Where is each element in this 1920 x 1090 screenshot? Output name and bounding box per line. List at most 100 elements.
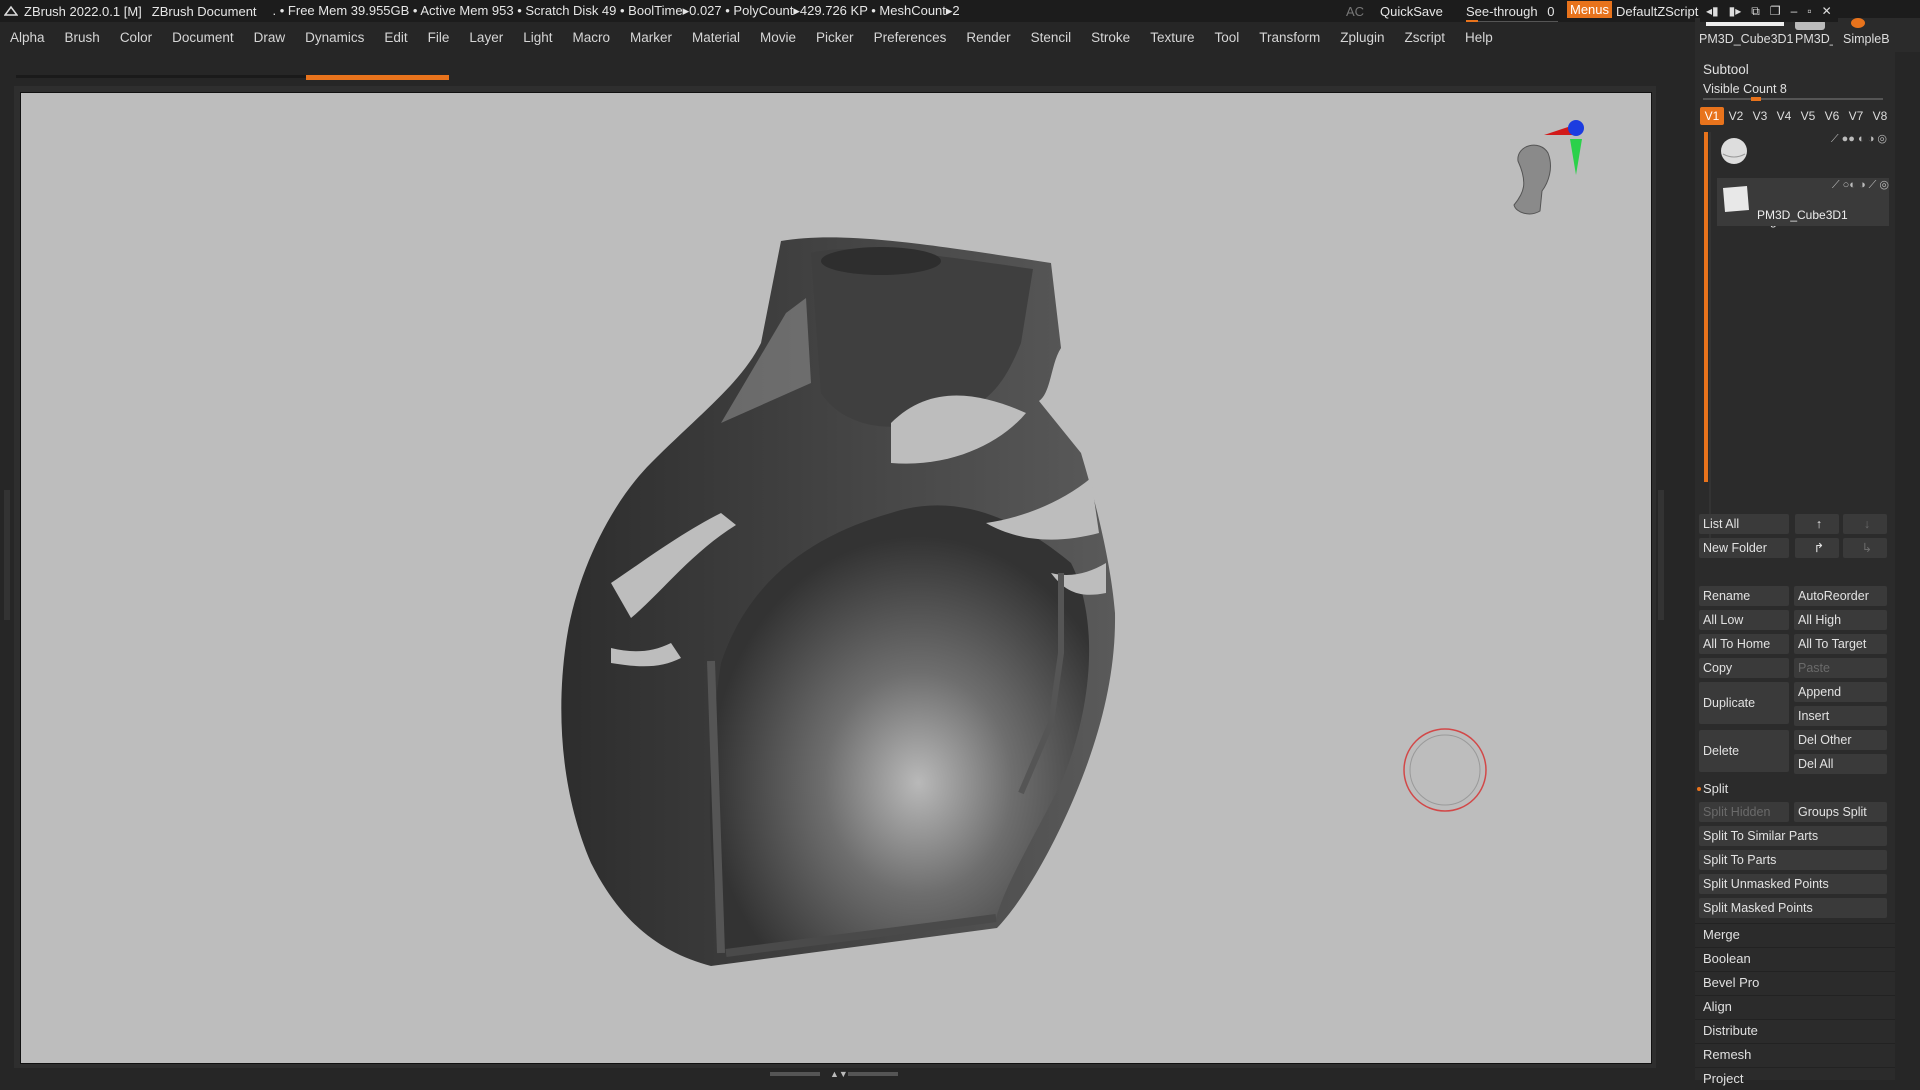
merge-section[interactable]: Merge — [1695, 923, 1895, 945]
orientation-gizmo-icon[interactable] — [1506, 113, 1586, 223]
all-to-target-button[interactable]: All To Target — [1794, 634, 1887, 654]
new-folder-button[interactable]: New Folder — [1699, 538, 1789, 558]
visible-count[interactable]: Visible Count 8 — [1703, 82, 1787, 96]
visibility-tab-v1[interactable]: V1 — [1700, 107, 1724, 125]
visible-count-slider[interactable] — [1703, 97, 1883, 101]
minimize-icon[interactable]: – — [1791, 4, 1798, 18]
window-controls: ◂▮ ▮▸ ⧉ ❐ – ▫ ✕ — [1700, 0, 1838, 22]
menu-stencil[interactable]: Stencil — [1021, 30, 1082, 45]
shelf-tab[interactable] — [16, 75, 306, 78]
distribute-section[interactable]: Distribute — [1695, 1019, 1895, 1041]
quicksave-button[interactable]: QuickSave — [1380, 4, 1443, 19]
del-all-button[interactable]: Del All — [1794, 754, 1887, 774]
visibility-tab-v5[interactable]: V5 — [1796, 107, 1820, 125]
list-all-button[interactable]: List All — [1699, 514, 1789, 534]
duplicate-button[interactable]: Duplicate — [1699, 682, 1789, 724]
menu-help[interactable]: Help — [1455, 30, 1503, 45]
subtool-item-pm3d[interactable]: ⟋ ○◐ ◑ ⟋ ◎ PM3D_Cube3D1 — [1717, 178, 1889, 226]
split-to-parts-button[interactable]: Split To Parts — [1699, 850, 1887, 870]
split-similar-parts-button[interactable]: Split To Similar Parts — [1699, 826, 1887, 846]
menu-zplugin[interactable]: Zplugin — [1330, 30, 1394, 45]
seethrough-value: 0 — [1547, 3, 1555, 19]
align-section[interactable]: Align — [1695, 995, 1895, 1017]
autoreorder-button[interactable]: AutoReorder — [1794, 586, 1887, 606]
all-low-button[interactable]: All Low — [1699, 610, 1789, 630]
tray-right-icon[interactable]: ▮▸ — [1729, 4, 1742, 18]
layout-icon[interactable]: ⧉ — [1751, 4, 1760, 19]
append-button[interactable]: Append — [1794, 682, 1887, 702]
boolean-section[interactable]: Boolean — [1695, 947, 1895, 969]
cube-thumb-icon — [1723, 186, 1749, 212]
menu-tool[interactable]: Tool — [1204, 30, 1249, 45]
maximize-icon[interactable]: ▫ — [1807, 4, 1811, 18]
menu-dynamics[interactable]: Dynamics — [295, 30, 374, 45]
insert-button[interactable]: Insert — [1794, 706, 1887, 726]
menus-button[interactable]: Menus — [1567, 1, 1613, 18]
menu-picker[interactable]: Picker — [806, 30, 864, 45]
split-hidden-button[interactable]: Split Hidden — [1699, 802, 1789, 822]
bottom-tray-handle[interactable]: ▲▼ — [770, 1070, 900, 1080]
subtool-scrollbar[interactable] — [1704, 132, 1708, 482]
move-down-icon[interactable]: ↓ — [1843, 514, 1887, 534]
canvas-viewport[interactable] — [20, 92, 1652, 1064]
menu-edit[interactable]: Edit — [374, 30, 417, 45]
visibility-tab-v2[interactable]: V2 — [1724, 107, 1748, 125]
restore-window-icon[interactable]: ❐ — [1770, 4, 1781, 18]
menu-render[interactable]: Render — [956, 30, 1020, 45]
del-other-button[interactable]: Del Other — [1794, 730, 1887, 750]
menu-color[interactable]: Color — [110, 30, 162, 45]
visibility-tab-v8[interactable]: V8 — [1868, 107, 1892, 125]
copy-button[interactable]: Copy — [1699, 658, 1789, 678]
default-zscript-button[interactable]: DefaultZScript — [1616, 4, 1698, 19]
ac-label[interactable]: AC — [1346, 4, 1364, 19]
groups-split-button[interactable]: Groups Split — [1794, 802, 1887, 822]
project-section[interactable]: Project — [1695, 1067, 1895, 1089]
menu-marker[interactable]: Marker — [620, 30, 682, 45]
visibility-tab-v7[interactable]: V7 — [1844, 107, 1868, 125]
visibility-tab-v3[interactable]: V3 — [1748, 107, 1772, 125]
tool-thumb-3[interactable] — [1851, 18, 1865, 28]
menu-brush[interactable]: Brush — [55, 30, 110, 45]
menu-document[interactable]: Document — [162, 30, 244, 45]
all-to-home-button[interactable]: All To Home — [1699, 634, 1789, 654]
menu-preferences[interactable]: Preferences — [864, 30, 957, 45]
move-up-icon[interactable]: ↑ — [1795, 514, 1839, 534]
visibility-tab-v4[interactable]: V4 — [1772, 107, 1796, 125]
seethrough-slider[interactable]: See-through 0 — [1466, 3, 1558, 24]
menu-material[interactable]: Material — [682, 30, 750, 45]
all-high-button[interactable]: All High — [1794, 610, 1887, 630]
tray-left-icon[interactable]: ◂▮ — [1706, 4, 1719, 18]
folder-out-icon[interactable]: ↳ — [1843, 538, 1887, 558]
menu-draw[interactable]: Draw — [244, 30, 296, 45]
menu-transform[interactable]: Transform — [1249, 30, 1330, 45]
menu-alpha[interactable]: Alpha — [0, 30, 55, 45]
visibility-tab-v6[interactable]: V6 — [1820, 107, 1844, 125]
rename-button[interactable]: Rename — [1699, 586, 1789, 606]
folder-arrow-icon[interactable]: ↱ — [1795, 538, 1839, 558]
right-tray-handle[interactable] — [1658, 490, 1664, 620]
menu-file[interactable]: File — [418, 30, 460, 45]
menu-movie[interactable]: Movie — [750, 30, 806, 45]
split-unmasked-button[interactable]: Split Unmasked Points — [1699, 874, 1887, 894]
menu-texture[interactable]: Texture — [1140, 30, 1204, 45]
bevel-pro-section[interactable]: Bevel Pro — [1695, 971, 1895, 993]
subtool-toggle-icons[interactable]: ⟋ ●● ◐ ◑ ◎ — [1831, 132, 1887, 146]
remesh-section[interactable]: Remesh — [1695, 1043, 1895, 1065]
close-icon[interactable]: ✕ — [1822, 4, 1832, 18]
delete-button[interactable]: Delete — [1699, 730, 1789, 772]
subtool-toggle-icons-2[interactable]: ⟋ ○◐ ◑ ⟋ ◎ — [1832, 178, 1889, 192]
subtool-header[interactable]: Subtool — [1703, 62, 1749, 77]
split-label: Split — [1703, 781, 1729, 796]
left-tray-handle[interactable] — [4, 490, 10, 620]
menu-stroke[interactable]: Stroke — [1081, 30, 1140, 45]
split-masked-button[interactable]: Split Masked Points — [1699, 898, 1887, 918]
split-section[interactable]: Split — [1695, 778, 1895, 800]
menu-macro[interactable]: Macro — [562, 30, 620, 45]
menu-zscript[interactable]: Zscript — [1395, 30, 1456, 45]
shelf-tab-active[interactable] — [306, 75, 449, 80]
menu-layer[interactable]: Layer — [459, 30, 513, 45]
paste-button[interactable]: Paste — [1794, 658, 1887, 678]
title-bar: ZBrush 2022.0.1 [M] ZBrush Document . • … — [0, 0, 1920, 24]
menu-light[interactable]: Light — [513, 30, 562, 45]
subtool-item-g112[interactable]: ⟋ ●● ◐ ◑ ◎ g112 — [1715, 132, 1887, 228]
